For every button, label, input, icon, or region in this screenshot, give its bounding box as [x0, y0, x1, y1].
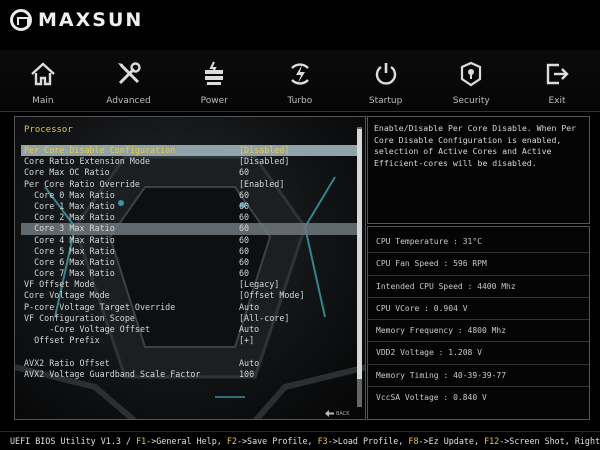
header: MAXSUN [0, 0, 600, 50]
setting-row[interactable]: Core 0 Max Ratio 60 [21, 190, 357, 201]
spacer-row [21, 346, 357, 357]
setting-row[interactable]: Core Max OC Ratio 60 [21, 167, 357, 178]
hotkey-f12: F12 [484, 436, 500, 446]
nav-label: Security [452, 96, 490, 106]
setting-row[interactable]: Core 6 Max Ratio 60 [21, 257, 357, 268]
setting-row[interactable]: Core Voltage Mode [Offset Mode] [21, 290, 357, 301]
help-text: Enable/Disable Per Core Disable. When Pe… [368, 117, 589, 175]
power-icon [375, 63, 396, 85]
nav-label: Advanced [106, 96, 151, 106]
brand-logo: MAXSUN [10, 9, 143, 31]
setting-row[interactable]: Core 4 Max Ratio 60 [21, 235, 357, 246]
setting-row[interactable]: Core 5 Max Ratio 60 [21, 246, 357, 257]
nav-power[interactable]: Power [171, 50, 257, 112]
hotkey-desc: ->Save Profile, [236, 436, 318, 446]
nav-advanced[interactable]: Advanced [86, 50, 172, 112]
cpu-vcore: CPU VCore : 0.904 V [368, 298, 589, 321]
help-line: selection of Active Cores and Active [374, 146, 552, 157]
setting-row[interactable]: Core 2 Max Ratio 60 [21, 212, 357, 223]
setting-row[interactable]: Core 1 Max Ratio 60 [21, 201, 357, 212]
nav-label: Exit [548, 96, 566, 106]
memory-timing: Memory Timing : 40-39-39-77 [368, 365, 589, 388]
nav-main[interactable]: Main [0, 50, 86, 112]
main-nav: Main Advanced Power Turbo Startup Securi… [0, 50, 600, 112]
help-line: Efficient-cores will be disabled. [374, 157, 537, 168]
exit-icon [546, 63, 569, 85]
brand-name: MAXSUN [38, 9, 144, 31]
hotkey-f2: F2 [226, 436, 237, 446]
cpu-temperature: CPU Temperature : 31°C [368, 231, 589, 254]
hotkey-desc: ->Screen Shot, Right [499, 436, 600, 446]
turbo-icon [291, 63, 309, 85]
nav-label: Main [32, 96, 54, 106]
nav-label: Startup [368, 96, 403, 106]
scrollbar-thumb[interactable] [357, 129, 362, 379]
setting-row[interactable]: Per Core Ratio Override [Enabled] [21, 179, 357, 190]
back-label: BACK [336, 410, 350, 417]
cpu-fan-speed: CPU Fan Speed : 596 RPM [368, 253, 589, 276]
back-button[interactable]: BACK [325, 410, 350, 417]
hotkey-f1: F1 [136, 436, 147, 446]
vccsa-voltage: VccSA Voltage : 0.840 V [376, 393, 487, 403]
intended-cpu-speed: Intended CPU Speed : 4400 Mhz [368, 276, 589, 298]
setting-row[interactable]: Offset Prefix [+] [21, 335, 357, 346]
nav-label: Turbo [287, 96, 313, 106]
setting-row[interactable]: VF Configuration Scope [All-core] [21, 313, 357, 324]
setting-row[interactable]: P-core Voltage Target Override Auto [21, 302, 357, 313]
scrollbar[interactable] [357, 127, 362, 407]
setting-row-hovered[interactable]: Core 3 Max Ratio 60 [21, 223, 357, 235]
help-line: Enable/Disable Per Core Disable. When Pe… [374, 123, 577, 133]
help-line: Core Disable Configuration is enabled, [374, 134, 562, 145]
tools-icon [117, 62, 141, 85]
setting-row[interactable]: AVX2 Voltage Guardband Scale Factor 100 [21, 369, 357, 380]
settings-list: Per Core Disable Configuration [Disabled]… [21, 145, 357, 380]
vdd2-voltage: VDD2 Voltage : 1.208 V [368, 342, 589, 365]
back-arrow-icon [325, 410, 334, 417]
nav-startup[interactable]: Startup [343, 50, 429, 112]
home-icon [31, 62, 55, 86]
hardware-status-panel: CPU Temperature : 31°C CPU Fan Speed : 5… [367, 226, 590, 420]
section-title: Processor [24, 125, 73, 135]
setting-row[interactable]: VF Offset Mode [Legacy] [21, 279, 357, 290]
hotkey-desc: ->Load Profile, [327, 436, 409, 446]
setting-row[interactable]: Per Core Disable Configuration [Disabled] [21, 145, 357, 157]
setting-row[interactable]: -Core Voltage Offset Auto [21, 324, 357, 335]
hotkey-desc: ->Ez Update, [418, 436, 485, 446]
nav-label: Power [200, 96, 228, 106]
nav-turbo[interactable]: Turbo [257, 50, 343, 112]
nav-exit[interactable]: Exit [514, 50, 600, 112]
setting-row[interactable]: Core Ratio Extension Mode [Disabled] [21, 156, 357, 167]
memory-frequency: Memory Frequency : 4800 Mhz [368, 320, 589, 343]
nav-security[interactable]: Security [428, 50, 514, 112]
footer-bar: UEFI BIOS Utility V1.3 / F1->General Hel… [0, 431, 600, 450]
logo-icon [10, 9, 32, 31]
help-panel: Enable/Disable Per Core Disable. When Pe… [367, 116, 590, 224]
settings-panel: Processor Per Core Disable Configuration… [14, 116, 366, 420]
hotkey-f8: F8 [408, 436, 419, 446]
setting-row[interactable]: Core 7 Max Ratio 60 [21, 268, 357, 279]
footer-title: UEFI BIOS Utility V1.3 / [10, 436, 137, 446]
setting-row[interactable]: AVX2 Ratio Offset Auto [21, 358, 357, 369]
power-supply-icon [205, 61, 224, 85]
hotkey-desc: ->General Help, [146, 436, 227, 446]
hotkey-f3: F3 [317, 436, 328, 446]
security-icon [461, 61, 482, 87]
